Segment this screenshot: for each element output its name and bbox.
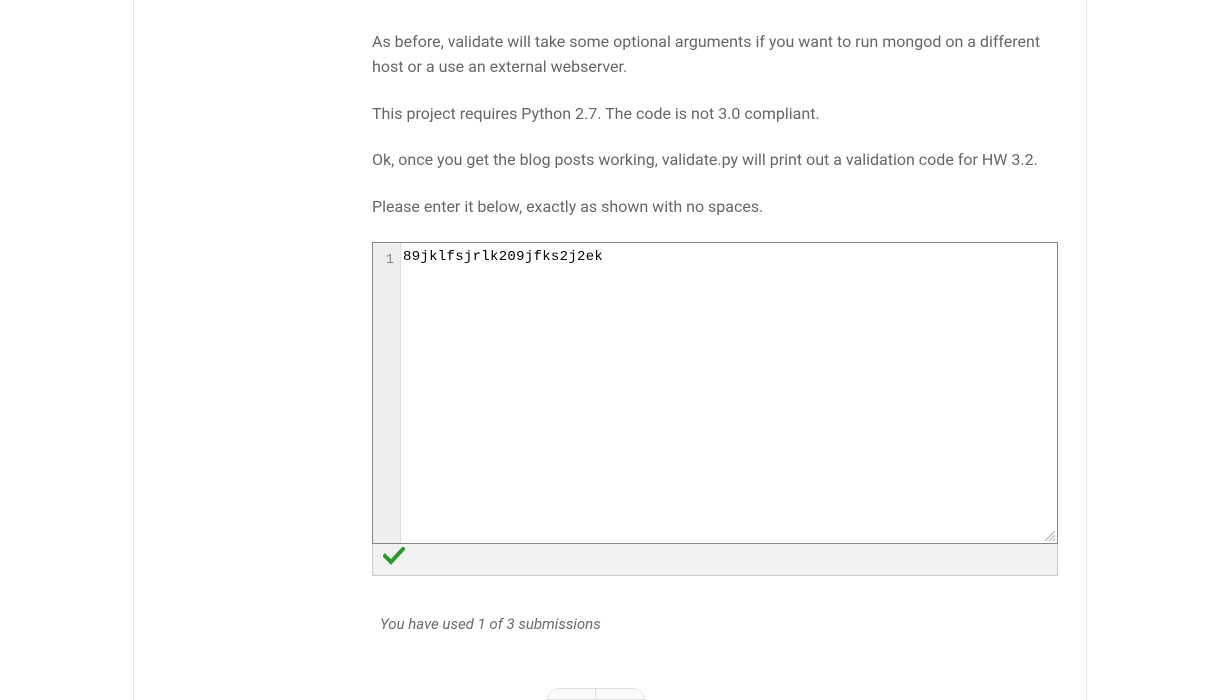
bottom-nav-pill (134, 688, 1058, 700)
instruction-paragraph-3: Ok, once you get the blog posts working,… (372, 148, 1058, 173)
pill-prev[interactable] (548, 689, 596, 700)
line-number: 1 (386, 252, 394, 268)
submissions-note: You have used 1 of 3 submissions (380, 612, 1058, 636)
code-input[interactable] (401, 243, 1057, 543)
check-icon (383, 547, 405, 573)
pill-next[interactable] (596, 689, 644, 700)
instruction-paragraph-4: Please enter it below, exactly as shown … (372, 195, 1058, 220)
instruction-paragraph-2: This project requires Python 2.7. The co… (372, 102, 1058, 127)
instruction-paragraph-1: As before, validate will take some optio… (372, 30, 1058, 80)
code-editor: 1 (372, 242, 1058, 544)
status-bar (372, 544, 1058, 576)
sidebar-spacer (0, 0, 134, 700)
content-wrapper: As before, validate will take some optio… (134, 0, 1087, 700)
line-number-gutter: 1 (373, 243, 401, 543)
resize-handle-icon[interactable] (1043, 529, 1055, 541)
